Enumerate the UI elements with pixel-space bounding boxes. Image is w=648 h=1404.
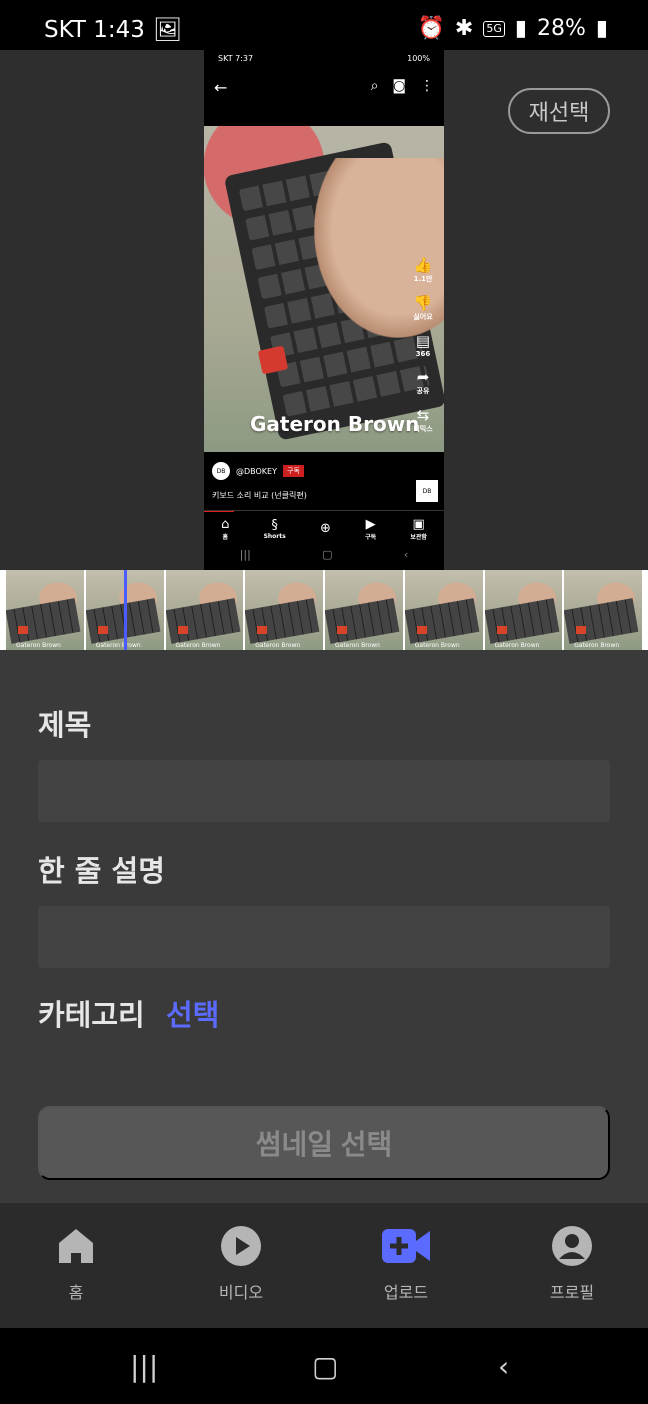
recents-button-icon[interactable]: |||: [130, 1350, 158, 1383]
camera-icon: ◙: [392, 78, 406, 94]
channel-name: @DBOKEY: [236, 466, 277, 476]
subscriptions-icon: ▶: [365, 516, 376, 532]
filmstrip-frame-label: Gateron Brown: [95, 642, 141, 649]
timeline-scrubber[interactable]: [124, 570, 127, 650]
upload-screen: SKT 1:43 🖼 ⏰ ✱ 5G ▮ 28% ▮ 재선택 SKT 7:37 1…: [0, 0, 648, 1404]
filmstrip-frame: Gateron Brown: [404, 570, 483, 650]
channel-thumb: DB: [416, 480, 438, 502]
comment-icon: ▤: [415, 332, 431, 350]
nav-label-profile: 프로필: [549, 1283, 595, 1302]
side-actions: 👍 1.1만 👎 싫어요 ▤ 366 ➦ 공유 ⇆ 리믹스: [410, 256, 436, 444]
play-icon: [221, 1226, 261, 1266]
video-filmstrip[interactable]: Gateron Brown Gateron Brown Gateron Brow…: [0, 570, 648, 650]
share-icon: ➦: [416, 368, 430, 386]
description-input[interactable]: [38, 906, 610, 968]
more-icon: ⋮: [420, 78, 434, 94]
category-label: 카테고리: [38, 998, 145, 1032]
home-icon: ⌂: [221, 516, 230, 532]
title-label: 제목: [38, 708, 92, 742]
network-badge: 5G: [483, 20, 505, 37]
recents-icon: |||: [239, 548, 251, 561]
subscribe-badge: 구독: [283, 465, 304, 477]
thumbnail-select-button[interactable]: 썸네일 선택: [38, 1106, 610, 1180]
battery-icon: ▮: [595, 16, 608, 41]
video-frame: Gateron Brown 👍 1.1만 👎 싫어요 ▤ 366 ➦ 공유 ⇆ 리믹스: [204, 126, 444, 452]
filmstrip-frame-label: Gateron Brown: [494, 642, 540, 649]
preview-status-time: SKT 7:37: [218, 54, 254, 63]
filmstrip-frame: Gateron Brown: [325, 570, 403, 650]
bluetooth-icon: ✱: [454, 16, 474, 41]
signal-icon: ▮: [514, 16, 527, 41]
nav-item-profile[interactable]: 프로필: [512, 1225, 632, 1303]
nav-label-home: 홈: [68, 1283, 84, 1302]
preview-nav: ⌂ 홈 § Shorts ⊕ ▶ 구독 ▣ 보관함: [204, 510, 444, 546]
home-icon: [59, 1229, 93, 1263]
battery-text: 28%: [536, 16, 586, 41]
search-icon: ⌕: [370, 78, 379, 94]
nav-label-upload: 업로드: [383, 1283, 429, 1302]
shorts-icon: §: [271, 517, 278, 533]
filmstrip-frame: Gateron Brown: [165, 570, 244, 650]
bottom-nav: 홈 비디오 업로드 프로필: [0, 1202, 648, 1328]
video-preview[interactable]: SKT 7:37 100% ← ⌕ ◙ ⋮ Gateron Brown 👍 1.…: [204, 48, 444, 570]
library-icon: ▣: [412, 516, 425, 532]
filmstrip-frame: Gateron Brown: [6, 570, 84, 650]
filmstrip-frame: Gateron Brown: [245, 570, 323, 650]
filmstrip-frame-label: Gateron Brown: [16, 642, 61, 649]
filmstrip-frame: Gateron Brown: [564, 570, 642, 650]
nav-item-video[interactable]: 비디오: [181, 1225, 301, 1303]
back-system-icon[interactable]: ‹: [498, 1350, 509, 1383]
home-button-icon: ▢: [322, 548, 333, 561]
back-icon: ‹: [403, 548, 409, 561]
reselect-button[interactable]: 재선택: [508, 88, 610, 134]
home-system-icon[interactable]: ▢: [312, 1350, 338, 1383]
filmstrip-frame-label: Gateron Brown: [335, 642, 380, 649]
status-time: SKT 1:43: [44, 16, 145, 43]
nav-item-upload[interactable]: 업로드: [346, 1225, 466, 1303]
filmstrip-frame: Gateron Brown: [484, 570, 563, 650]
title-input[interactable]: [38, 760, 610, 822]
channel-avatar: DB: [212, 462, 230, 480]
nav-item-home[interactable]: 홈: [16, 1225, 136, 1303]
video-upload-icon: [382, 1229, 430, 1263]
filmstrip-frame-label: Gateron Brown: [414, 642, 460, 649]
alarm-icon: ⏰: [417, 16, 445, 41]
gallery-icon: 🖼: [152, 17, 183, 43]
video-title: 키보드 소리 비교 (넌클릭편): [212, 491, 307, 500]
category-select-link[interactable]: 선택: [166, 992, 219, 1034]
description-label: 한 줄 설명: [38, 854, 165, 888]
dislike-icon: 👎: [413, 294, 433, 312]
profile-icon: [552, 1226, 592, 1266]
back-arrow-icon: ←: [214, 78, 228, 97]
channel-info: DB @DBOKEY 구독 키보드 소리 비교 (넌클릭편) DB: [212, 462, 438, 502]
preview-status-battery: 100%: [407, 54, 430, 63]
remix-icon: ⇆: [416, 406, 430, 424]
filmstrip-frame-label: Gateron Brown: [574, 642, 620, 649]
system-nav-bar: ||| ▢ ‹: [0, 1328, 648, 1404]
video-caption: Gateron Brown: [250, 412, 420, 436]
filmstrip-frame-label: Gateron Brown: [175, 642, 221, 649]
upload-form: 제목 한 줄 설명 카테고리 선택 썸네일 선택: [0, 650, 648, 1202]
add-icon: ⊕: [319, 521, 331, 536]
filmstrip-frame-label: Gateron Brown: [255, 642, 301, 649]
nav-label-video: 비디오: [218, 1283, 264, 1302]
like-icon: 👍: [413, 256, 433, 274]
